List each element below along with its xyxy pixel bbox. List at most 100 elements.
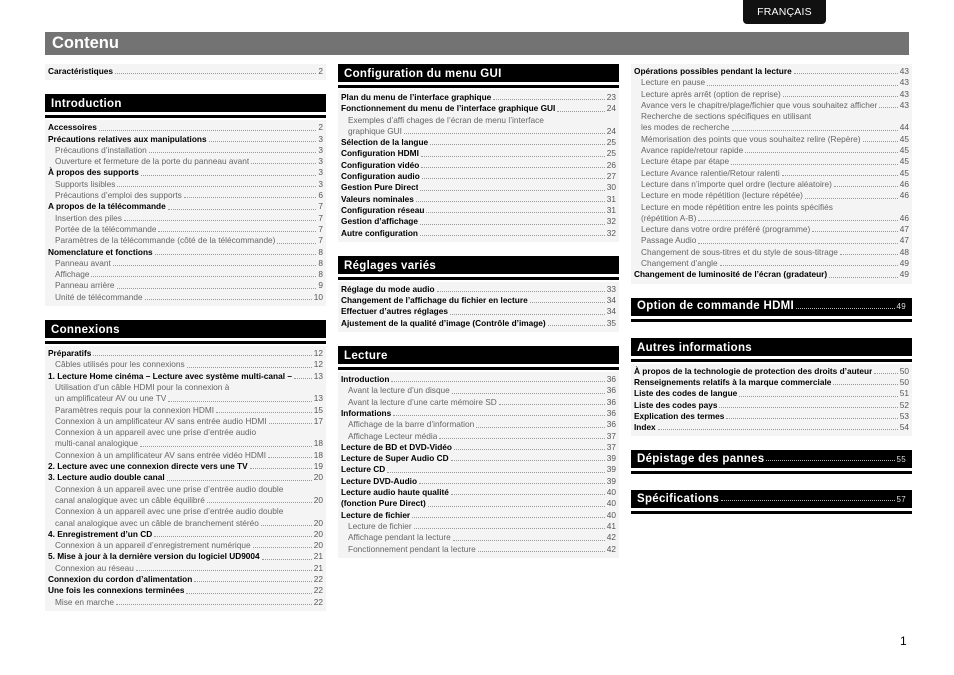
toc-entry[interactable]: Lecture étape par étape 45 bbox=[634, 156, 909, 167]
toc-entry[interactable]: Changement d’angle 49 bbox=[634, 258, 909, 269]
toc-entry[interactable]: Connexion à un appareil d’enregistrement… bbox=[48, 540, 323, 551]
toc-entry[interactable]: Connexion du cordon d’alimentation 22 bbox=[48, 574, 323, 585]
toc-entry[interactable]: Changement de sous-titres et du style de… bbox=[634, 247, 909, 258]
toc-entry[interactable]: Exemples d’affi chages de l’écran de men… bbox=[341, 115, 616, 126]
toc-entry[interactable]: Liste des codes de langue 51 bbox=[634, 388, 909, 399]
toc-entry[interactable]: Une fois les connexions terminées 22 bbox=[48, 585, 323, 596]
toc-entry[interactable]: Utilisation d’un câble HDMI pour la conn… bbox=[48, 382, 323, 393]
toc-entry[interactable]: Panneau arrière 9 bbox=[48, 280, 323, 291]
toc-entry[interactable]: Configuration réseau 31 bbox=[341, 205, 616, 216]
toc-entry[interactable]: Connexion au réseau 21 bbox=[48, 563, 323, 574]
toc-entry[interactable]: Connexion à un appareil avec une prise d… bbox=[48, 427, 323, 438]
toc-entry[interactable]: Réglage du mode audio 33 bbox=[341, 284, 616, 295]
toc-entry[interactable]: Lecture dans n’importe quel ordre (lectu… bbox=[634, 179, 909, 190]
toc-entry[interactable]: les modes de recherche 44 bbox=[634, 122, 909, 133]
toc-entry[interactable]: multi-canal analogique 18 bbox=[48, 438, 323, 449]
toc-entry[interactable]: canal analogique avec un câble équilibré… bbox=[48, 495, 323, 506]
toc-entry[interactable]: Gestion Pure Direct 30 bbox=[341, 182, 616, 193]
toc-entry[interactable]: Affichage pendant la lecture 42 bbox=[341, 532, 616, 543]
toc-entry[interactable]: Avance vers le chapitre/plage/fichier qu… bbox=[634, 100, 909, 111]
toc-entry[interactable]: Accessoires 2 bbox=[48, 122, 323, 133]
toc-entry[interactable]: Lecture de BD et DVD-Vidéo 37 bbox=[341, 442, 616, 453]
language-tab[interactable]: FRANÇAIS bbox=[743, 0, 826, 24]
toc-entry[interactable]: Lecture de fichier 40 bbox=[341, 510, 616, 521]
toc-entry[interactable]: Fonctionnement pendant la lecture 42 bbox=[341, 544, 616, 555]
toc-entry[interactable]: Changement de l’affichage du fichier en … bbox=[341, 295, 616, 306]
toc-entry[interactable]: A propos de la télécommande 7 bbox=[48, 201, 323, 212]
toc-entry[interactable]: Précautions d’emploi des supports 6 bbox=[48, 190, 323, 201]
toc-entry[interactable]: Précautions d’installation 3 bbox=[48, 145, 323, 156]
toc-entry[interactable]: graphique GUI 24 bbox=[341, 126, 616, 137]
toc-entry[interactable]: Affichage 8 bbox=[48, 269, 323, 280]
toc-entry[interactable]: (fonction Pure Direct) 40 bbox=[341, 498, 616, 509]
toc-entry[interactable]: Avant la lecture d’une carte mémoire SD 3… bbox=[341, 397, 616, 408]
toc-entry[interactable]: 5. Mise à jour à la dernière version du … bbox=[48, 551, 323, 562]
toc-entry[interactable]: Lecture de Super Audio CD 39 bbox=[341, 453, 616, 464]
toc-entry[interactable]: (répétition A-B) 46 bbox=[634, 213, 909, 224]
toc-entry[interactable]: Recherche de sections spécifiques en uti… bbox=[634, 111, 909, 122]
toc-entry[interactable]: Lecture en mode répétition (lecture répé… bbox=[634, 190, 909, 201]
toc-entry[interactable]: Préparatifs 12 bbox=[48, 348, 323, 359]
toc-entry[interactable]: Introduction 36 bbox=[341, 374, 616, 385]
section-specifications[interactable]: Spécifications 57 bbox=[631, 490, 912, 512]
toc-entry[interactable]: Changement de luminosité de l’écran (gra… bbox=[634, 269, 909, 280]
toc-entry[interactable]: Lecture en pause 43 bbox=[634, 77, 909, 88]
toc-entry[interactable]: Lecture DVD-Audio 39 bbox=[341, 476, 616, 487]
toc-entry[interactable]: Sélection de la langue 25 bbox=[341, 137, 616, 148]
toc-entry[interactable]: Informations 36 bbox=[341, 408, 616, 419]
toc-entry[interactable]: Passage Audio 47 bbox=[634, 235, 909, 246]
toc-entry[interactable]: Ajustement de la qualité d’image (Contrô… bbox=[341, 318, 616, 329]
toc-entry[interactable]: Configuration HDMI 25 bbox=[341, 148, 616, 159]
toc-entry[interactable]: Connexion à un amplificateur AV sans ent… bbox=[48, 416, 323, 427]
toc-entry[interactable]: Portée de la télécommande 7 bbox=[48, 224, 323, 235]
toc-entry[interactable]: Explication des termes 53 bbox=[634, 411, 909, 422]
toc-entry[interactable]: Connexion à un appareil avec une prise d… bbox=[48, 484, 323, 495]
toc-entry[interactable]: Lecture Avance ralentie/Retour ralenti 45 bbox=[634, 168, 909, 179]
section-depistage-des-pannes[interactable]: Dépistage des pannes 55 bbox=[631, 450, 912, 472]
toc-entry[interactable]: Ouverture et fermeture de la porte du pa… bbox=[48, 156, 323, 167]
toc-entry[interactable]: Configuration audio 27 bbox=[341, 171, 616, 182]
toc-entry[interactable]: Caractéristiques 2 bbox=[48, 66, 323, 77]
toc-entry[interactable]: Plan du menu de l’interface graphique 23 bbox=[341, 92, 616, 103]
toc-entry[interactable]: À propos de la technologie de protection… bbox=[634, 366, 909, 377]
toc-entry[interactable]: Configuration vidéo 26 bbox=[341, 160, 616, 171]
toc-entry[interactable]: Avant la lecture d’un disque 36 bbox=[341, 385, 616, 396]
toc-entry[interactable]: Avance rapide/retour rapide 45 bbox=[634, 145, 909, 156]
toc-entry[interactable]: Liste des codes pays 52 bbox=[634, 400, 909, 411]
toc-entry[interactable]: Valeurs nominales 31 bbox=[341, 194, 616, 205]
toc-entry[interactable]: 3. Lecture audio double canal 20 bbox=[48, 472, 323, 483]
toc-entry[interactable]: Lecture en mode répétition entre les poi… bbox=[634, 202, 909, 213]
toc-entry[interactable]: À propos des supports 3 bbox=[48, 167, 323, 178]
toc-entry[interactable]: Paramètres de la télécommande (côté de l… bbox=[48, 235, 323, 246]
toc-entry[interactable]: 1. Lecture Home cinéma – Lecture avec sy… bbox=[48, 371, 323, 382]
toc-entry[interactable]: Paramètres requis pour la connexion HDMI… bbox=[48, 405, 323, 416]
toc-entry[interactable]: Lecture audio haute qualité 40 bbox=[341, 487, 616, 498]
toc-entry[interactable]: Autre configuration 32 bbox=[341, 228, 616, 239]
toc-entry[interactable]: Lecture après arrêt (option de reprise) 4… bbox=[634, 89, 909, 100]
toc-entry[interactable]: Affichage de la barre d’information 36 bbox=[341, 419, 616, 430]
toc-entry[interactable]: Connexion à un appareil avec une prise d… bbox=[48, 506, 323, 517]
toc-entry[interactable]: Câbles utilisés pour les connexions 12 bbox=[48, 359, 323, 370]
toc-entry[interactable]: Supports lisibles 3 bbox=[48, 179, 323, 190]
toc-entry[interactable]: Panneau avant 8 bbox=[48, 258, 323, 269]
toc-entry[interactable]: Unité de télécommande 10 bbox=[48, 292, 323, 303]
toc-entry[interactable]: Renseignements relatifs à la marque comm… bbox=[634, 377, 909, 388]
toc-entry[interactable]: Lecture de fichier 41 bbox=[341, 521, 616, 532]
toc-entry[interactable]: Index 54 bbox=[634, 422, 909, 433]
toc-entry[interactable]: 2. Lecture avec une connexion directe ve… bbox=[48, 461, 323, 472]
toc-entry[interactable]: Fonctionnement du menu de l’interface gr… bbox=[341, 103, 616, 114]
toc-entry[interactable]: Mémorisation des points que vous souhait… bbox=[634, 134, 909, 145]
toc-entry[interactable]: Opérations possibles pendant la lecture 4… bbox=[634, 66, 909, 77]
toc-entry[interactable]: Nomenclature et fonctions 8 bbox=[48, 247, 323, 258]
toc-entry[interactable]: 4. Enregistrement d’un CD 20 bbox=[48, 529, 323, 540]
toc-entry[interactable]: Mise en marche 22 bbox=[48, 597, 323, 608]
toc-entry[interactable]: Affichage Lecteur média 37 bbox=[341, 431, 616, 442]
toc-entry[interactable]: Insertion des piles 7 bbox=[48, 213, 323, 224]
toc-entry[interactable]: Gestion d’affichage 32 bbox=[341, 216, 616, 227]
toc-entry[interactable]: Lecture CD 39 bbox=[341, 464, 616, 475]
toc-entry[interactable]: Lecture dans votre ordre préféré (progra… bbox=[634, 224, 909, 235]
toc-entry[interactable]: Effectuer d’autres réglages 34 bbox=[341, 306, 616, 317]
toc-entry[interactable]: Précautions relatives aux manipulations 3 bbox=[48, 134, 323, 145]
toc-entry[interactable]: un amplificateur AV ou une TV 13 bbox=[48, 393, 323, 404]
toc-entry[interactable]: canal analogique avec un câble de branch… bbox=[48, 518, 323, 529]
